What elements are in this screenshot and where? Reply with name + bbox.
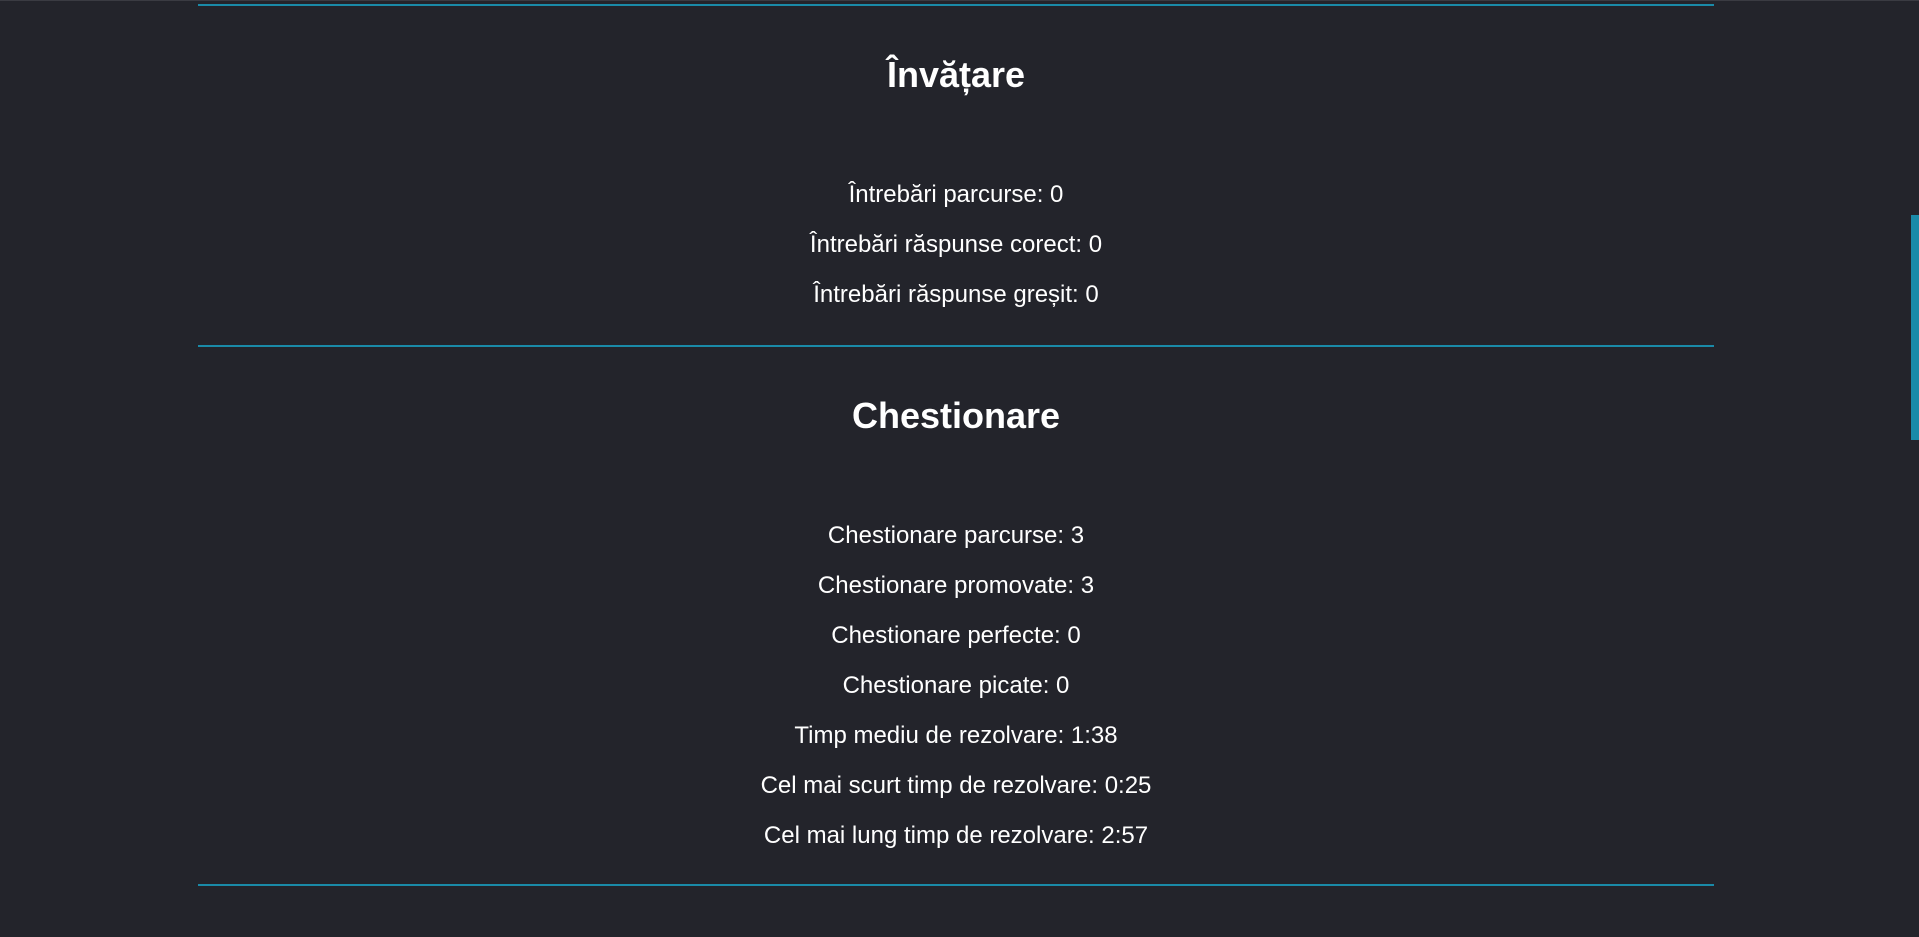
window-top-border <box>0 0 1919 1</box>
scrollbar-thumb[interactable] <box>1911 215 1919 440</box>
stat-quizzes-passed: Chestionare promovate: 3 <box>817 572 1095 599</box>
stat-questions-wrong: Întrebări răspunse greșit: 0 <box>813 281 1099 308</box>
quizzes-section-title: Chestionare <box>851 395 1061 436</box>
section-divider-middle <box>198 345 1714 347</box>
stat-questions-viewed: Întrebări parcurse: 0 <box>848 181 1064 208</box>
stat-shortest-time: Cel mai scurt timp de rezolvare: 0:25 <box>760 772 1152 799</box>
stat-quizzes-perfect: Chestionare perfecte: 0 <box>831 622 1081 649</box>
stat-average-time: Timp mediu de rezolvare: 1:38 <box>794 722 1118 749</box>
stat-questions-correct: Întrebări răspunse corect: 0 <box>809 231 1103 258</box>
learning-section-title: Învățare <box>886 54 1026 95</box>
section-divider-top <box>198 4 1714 6</box>
stat-quizzes-failed: Chestionare picate: 0 <box>842 672 1070 699</box>
stat-longest-time: Cel mai lung timp de rezolvare: 2:57 <box>763 822 1149 849</box>
section-divider-bottom <box>198 884 1714 886</box>
stat-quizzes-taken: Chestionare parcurse: 3 <box>827 522 1085 549</box>
